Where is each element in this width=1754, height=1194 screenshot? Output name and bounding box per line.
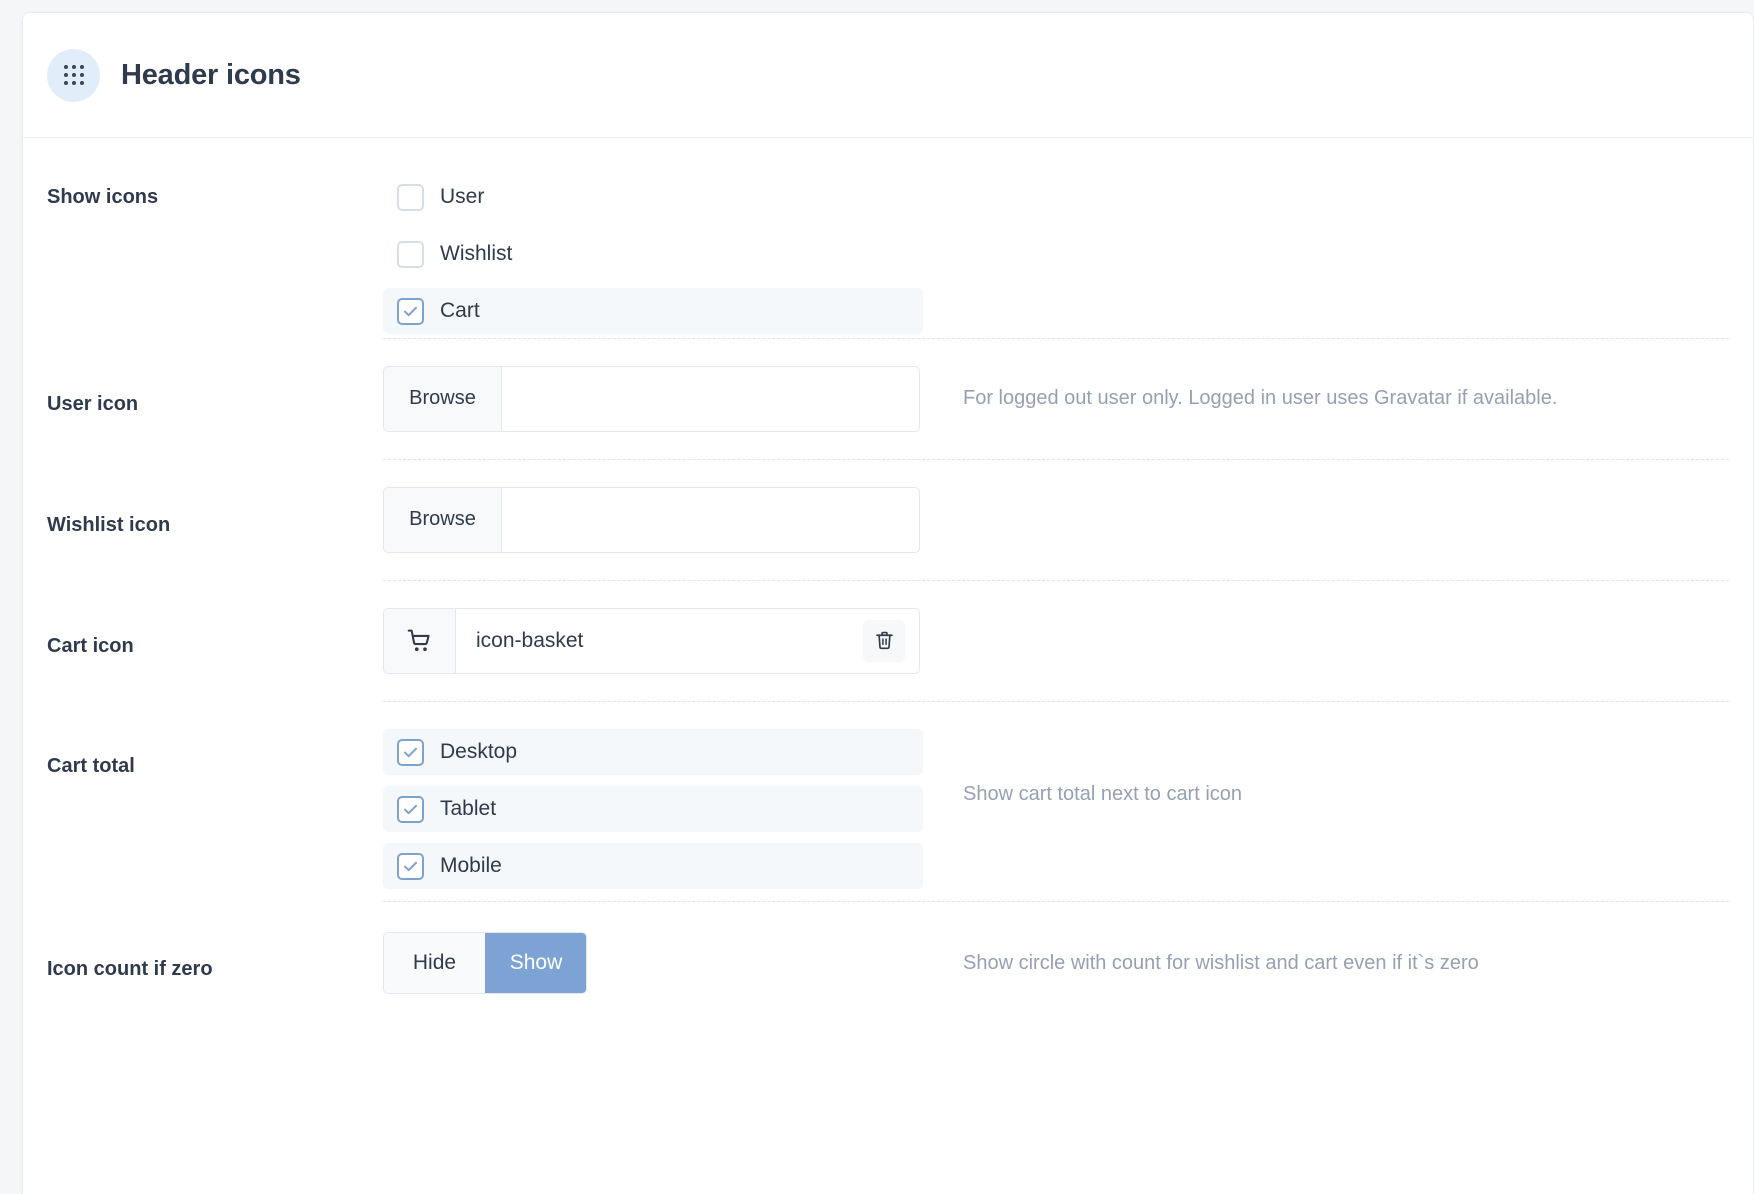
user-icon-input[interactable] <box>502 366 919 431</box>
row-wishlist-icon: Wishlist icon Browse <box>23 459 1753 580</box>
cart-icon-input[interactable] <box>456 608 863 673</box>
cart-total-checkbox-group: Desktop Tablet Mobile <box>383 729 923 889</box>
row-label-cart-total: Cart total <box>47 755 135 777</box>
wishlist-icon-input[interactable] <box>502 487 919 552</box>
user-icon-file-field: Browse <box>383 365 920 432</box>
row-cart-total: Cart total Desktop Tablet Mobile Show ca… <box>23 701 1753 901</box>
row-cart-icon: Cart icon <box>23 580 1753 701</box>
checkbox-tablet[interactable] <box>397 795 424 823</box>
trash-icon[interactable] <box>863 619 905 662</box>
checkbox-row-wishlist[interactable]: Wishlist <box>383 231 923 277</box>
checkbox-label-tablet: Tablet <box>440 797 497 820</box>
show-icons-checkbox-group: User Wishlist Cart <box>383 174 923 334</box>
checkbox-desktop[interactable] <box>397 738 424 766</box>
wishlist-icon-browse-button[interactable]: Browse <box>384 487 502 552</box>
row-icon-count-if-zero: Icon count if zero Hide Show Show circle… <box>23 901 1753 1025</box>
checkbox-label-mobile: Mobile <box>440 854 502 877</box>
drag-dots-icon[interactable] <box>47 48 100 102</box>
row-help-cart-total: Show cart total next to cart icon <box>963 783 1243 805</box>
row-label-cart-icon: Cart icon <box>47 635 134 657</box>
row-label-user-icon: User icon <box>47 393 139 415</box>
row-show-icons: Show icons User Wishlist Cart <box>23 138 1753 338</box>
checkbox-label-wishlist: Wishlist <box>440 242 513 265</box>
row-help-icon-count-if-zero: Show circle with count for wishlist and … <box>963 951 1479 974</box>
checkbox-row-desktop[interactable]: Desktop <box>383 729 923 775</box>
checkbox-row-mobile[interactable]: Mobile <box>383 843 923 889</box>
checkbox-label-user: User <box>440 185 485 208</box>
icon-count-segmented-toggle: Hide Show <box>383 932 587 994</box>
checkbox-row-cart[interactable]: Cart <box>383 288 923 334</box>
row-label-show-icons: Show icons <box>47 186 159 208</box>
checkbox-cart[interactable] <box>397 297 424 325</box>
checkbox-label-desktop: Desktop <box>440 740 518 763</box>
header-icons-panel: Header icons Show icons User Wishlist Ca… <box>22 12 1754 1194</box>
checkbox-mobile[interactable] <box>397 852 424 880</box>
cart-icon-control <box>383 607 923 674</box>
checkbox-user[interactable] <box>397 183 424 211</box>
wishlist-icon-control: Browse <box>383 486 923 553</box>
row-user-icon: User icon Browse For logged out user onl… <box>23 338 1753 459</box>
page-title: Header icons <box>121 58 301 91</box>
checkbox-row-user[interactable]: User <box>383 174 923 220</box>
row-help-user-icon: For logged out user only. Logged in user… <box>963 387 1558 409</box>
user-icon-browse-button[interactable]: Browse <box>384 366 502 431</box>
toggle-show-button[interactable]: Show <box>485 933 586 993</box>
icon-count-toggle-control: Hide Show <box>383 932 923 994</box>
drag-dots-glyph <box>63 65 84 85</box>
checkbox-wishlist[interactable] <box>397 240 424 268</box>
settings-rows: Show icons User Wishlist Cart User icon … <box>23 138 1753 1025</box>
row-label-icon-count-if-zero: Icon count if zero <box>47 957 213 980</box>
panel-header: Header icons <box>23 13 1753 138</box>
shopping-cart-icon[interactable] <box>384 608 456 673</box>
checkbox-row-tablet[interactable]: Tablet <box>383 786 923 832</box>
wishlist-icon-file-field: Browse <box>383 486 920 553</box>
cart-icon-field <box>383 607 920 674</box>
checkbox-label-cart: Cart <box>440 299 480 322</box>
settings-page: Header icons Show icons User Wishlist Ca… <box>0 0 1754 1194</box>
user-icon-control: Browse <box>383 365 923 432</box>
row-label-wishlist-icon: Wishlist icon <box>47 514 171 536</box>
toggle-hide-button[interactable]: Hide <box>384 933 485 993</box>
